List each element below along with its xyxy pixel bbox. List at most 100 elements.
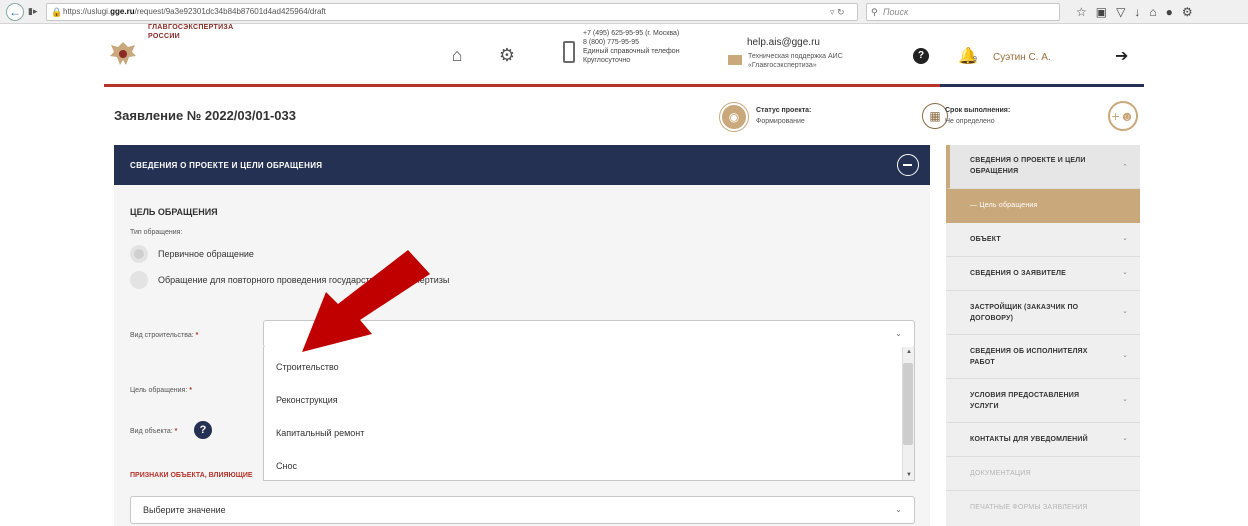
address-bar[interactable]: 🔒 https://uslugi.gge.ru/request/9a3e92301… — [46, 3, 858, 21]
add-user-icon[interactable]: +☻ — [1108, 101, 1138, 131]
construction-type-text: Вид строительства: — [130, 332, 194, 339]
help-email-link[interactable]: help.ais@gge.ru — [747, 37, 820, 48]
phone-info: +7 (495) 625-95-95 (г. Москва) 8 (800) 7… — [583, 29, 680, 65]
status-icon: ◉ — [720, 103, 748, 131]
chevron-down-icon: ⌄ — [1122, 269, 1128, 276]
logo-line1: ГЛАВГОСЭКСПЕРТИЗА — [148, 24, 234, 31]
dropdown-option[interactable]: Капитальный ремонт — [276, 428, 364, 438]
header-divider-accent — [940, 84, 1144, 87]
clipboard-icon[interactable]: ▣ — [1096, 3, 1107, 21]
scrollbar-thumb[interactable] — [903, 363, 913, 445]
chevron-down-icon: ⌄ — [895, 505, 902, 514]
scroll-down-icon[interactable]: ▼ — [906, 472, 912, 478]
help-line1: Техническая поддержка АИС — [748, 53, 843, 60]
radio-primary-label[interactable]: Первичное обращение — [158, 249, 254, 259]
request-goal-label: Цель обращения: * — [130, 387, 192, 394]
object-signs-heading: ПРИЗНАКИ ОБЪЕКТА, ВЛИЯЮЩИЕ — [130, 472, 253, 479]
required-mark: * — [189, 387, 192, 394]
sidebar-item-label: УСЛОВИЯ ПРЕДОСТАВЛЕНИЯ УСЛУГИ — [970, 392, 1080, 410]
goal-heading: ЦЕЛЬ ОБРАЩЕНИЯ — [130, 207, 218, 217]
url-prefix: https://uslugi. — [63, 7, 111, 16]
chevron-down-icon: ⌄ — [1122, 235, 1128, 242]
sidebar-item-developer[interactable]: ЗАСТРОЙЩИК (ЗАКАЗЧИК ПО ДОГОВОРУ) ⌄ — [946, 291, 1140, 335]
chevron-up-icon: ⌃ — [1122, 164, 1128, 171]
phone-line3: Единый справочный телефон — [583, 48, 680, 55]
user-name-link[interactable]: Суэтин С. А. — [993, 52, 1051, 63]
request-goal-text: Цель обращения: — [130, 387, 188, 394]
search-icon: ⚲ — [871, 7, 878, 17]
extension-icon[interactable]: ⚙ — [1182, 3, 1193, 21]
phone-icon — [563, 41, 575, 63]
select-placeholder: Выберите значение — [143, 505, 226, 515]
pocket-icon[interactable]: ▽ — [1116, 3, 1125, 21]
chevron-down-icon: ⌄ — [1122, 308, 1128, 315]
object-type-label: Вид объекта: * — [130, 428, 177, 435]
chevron-down-icon: ⌄ — [1122, 435, 1128, 442]
deadline-value: Не определено — [945, 118, 995, 125]
radio-primary-request[interactable] — [130, 245, 148, 263]
phone-line1: +7 (495) 625-95-95 (г. Москва) — [583, 30, 680, 37]
home-browser-icon[interactable]: ⌂ — [1149, 3, 1156, 21]
bookmark-star-icon[interactable]: ☆ — [1076, 3, 1087, 21]
section-nav-sidebar: СВЕДЕНИЯ О ПРОЕКТЕ И ЦЕЛИ ОБРАЩЕНИЯ ⌃ — … — [946, 145, 1140, 526]
phone-line2: 8 (800) 775-95-95 — [583, 39, 640, 46]
construction-type-dropdown[interactable]: Строительство Реконструкция Капитальный … — [263, 347, 915, 481]
object-type-text: Вид объекта: — [130, 428, 173, 435]
chat-icon[interactable]: ● — [1166, 3, 1173, 21]
page-title: Заявление № 2022/03/01-033 — [114, 108, 296, 123]
status-label: Статус проекта: — [756, 107, 812, 114]
status-value: Формирование — [756, 118, 805, 125]
sidebar-item-project-info[interactable]: СВЕДЕНИЯ О ПРОЕКТЕ И ЦЕЛИ ОБРАЩЕНИЯ ⌃ — [946, 145, 1140, 189]
browser-toolbar: ← ▮▸ 🔒 https://uslugi.gge.ru/request/9a3e… — [0, 0, 1248, 24]
section-header[interactable]: СВЕДЕНИЯ О ПРОЕКТЕ И ЦЕЛИ ОБРАЩЕНИЯ — [114, 145, 930, 185]
sidebar-subitem-goal[interactable]: — Цель обращения — [946, 189, 1140, 223]
sidebar-item-label: — Цель обращения — [970, 202, 1038, 209]
object-type-help-icon[interactable]: ? — [194, 421, 212, 439]
section-title: СВЕДЕНИЯ О ПРОЕКТЕ И ЦЕЛИ ОБРАЩЕНИЯ — [130, 161, 323, 170]
logo-line2: РОССИИ — [148, 33, 180, 40]
url-path: /request/9a3e92301dc34b84b87601d4ad42596… — [134, 7, 326, 16]
logout-icon[interactable]: ➔ — [1115, 46, 1128, 66]
browser-search-input[interactable]: ⚲ Поиск — [866, 3, 1060, 21]
required-mark: * — [195, 332, 199, 339]
sidebar-item-label: СВЕДЕНИЯ ОБ ИСПОЛНИТЕЛЯХ РАБОТ — [970, 348, 1088, 366]
back-arrow-icon[interactable]: ← — [6, 3, 24, 21]
sidebar-item-contractors[interactable]: СВЕДЕНИЯ ОБ ИСПОЛНИТЕЛЯХ РАБОТ ⌄ — [946, 335, 1140, 379]
page-info-icon[interactable]: ▮▸ — [28, 6, 37, 17]
help-question-icon[interactable]: ? — [913, 48, 929, 64]
sidebar-item-object[interactable]: ОБЪЕКТ ⌄ — [946, 223, 1140, 257]
mail-icon — [728, 55, 742, 65]
sidebar-item-contacts[interactable]: КОНТАКТЫ ДЛЯ УВЕДОМЛЕНИЙ ⌄ — [946, 423, 1140, 457]
request-type-label: Тип обращения: — [130, 229, 183, 236]
sidebar-item-label: СВЕДЕНИЯ О ЗАЯВИТЕЛЕ — [970, 270, 1066, 277]
dropdown-scrollbar[interactable]: ▲ ▼ — [902, 347, 914, 480]
dropdown-option[interactable]: Строительство — [276, 362, 339, 372]
object-signs-select[interactable]: Выберите значение ⌄ — [130, 496, 915, 524]
logo-text[interactable]: ГЛАВГОСЭКСПЕРТИЗА РОССИИ — [148, 23, 233, 41]
sidebar-item-label: ПЕЧАТНЫЕ ФОРМЫ ЗАЯВЛЕНИЯ — [970, 504, 1088, 511]
chevron-down-icon: ⌄ — [1122, 352, 1128, 359]
annotation-arrow-icon — [302, 250, 430, 352]
emblem-logo-icon[interactable] — [108, 40, 138, 68]
notification-count: 9 — [973, 56, 977, 63]
sidebar-item-service-terms[interactable]: УСЛОВИЯ ПРЕДОСТАВЛЕНИЯ УСЛУГИ ⌄ — [946, 379, 1140, 423]
chevron-down-icon: ⌄ — [895, 329, 902, 338]
sidebar-item-applicant[interactable]: СВЕДЕНИЯ О ЗАЯВИТЕЛЕ ⌄ — [946, 257, 1140, 291]
search-placeholder: Поиск — [883, 7, 909, 17]
sidebar-item-label: ОБЪЕКТ — [970, 236, 1001, 243]
sidebar-item-label: СВЕДЕНИЯ О ПРОЕКТЕ И ЦЕЛИ ОБРАЩЕНИЯ — [970, 157, 1086, 175]
dropdown-option[interactable]: Реконструкция — [276, 395, 338, 405]
radio-repeat-request[interactable] — [130, 271, 148, 289]
scroll-up-icon[interactable]: ▲ — [906, 349, 912, 355]
sidebar-item-label: ДОКУМЕНТАЦИЯ — [970, 470, 1031, 477]
sidebar-item-documentation: ДОКУМЕНТАЦИЯ — [946, 457, 1140, 491]
deadline-label: Срок выполнения: — [945, 107, 1011, 114]
home-icon[interactable]: ⌂ — [446, 44, 468, 66]
dropdown-option[interactable]: Снос — [276, 461, 297, 471]
collapse-icon[interactable] — [897, 154, 919, 176]
download-icon[interactable]: ↓ — [1134, 3, 1140, 21]
required-mark: * — [174, 428, 178, 435]
gear-icon[interactable]: ⚙ — [496, 44, 518, 66]
reload-icon[interactable]: ▿ ↻ — [830, 3, 845, 21]
construction-type-label: Вид строительства: * — [130, 332, 198, 339]
